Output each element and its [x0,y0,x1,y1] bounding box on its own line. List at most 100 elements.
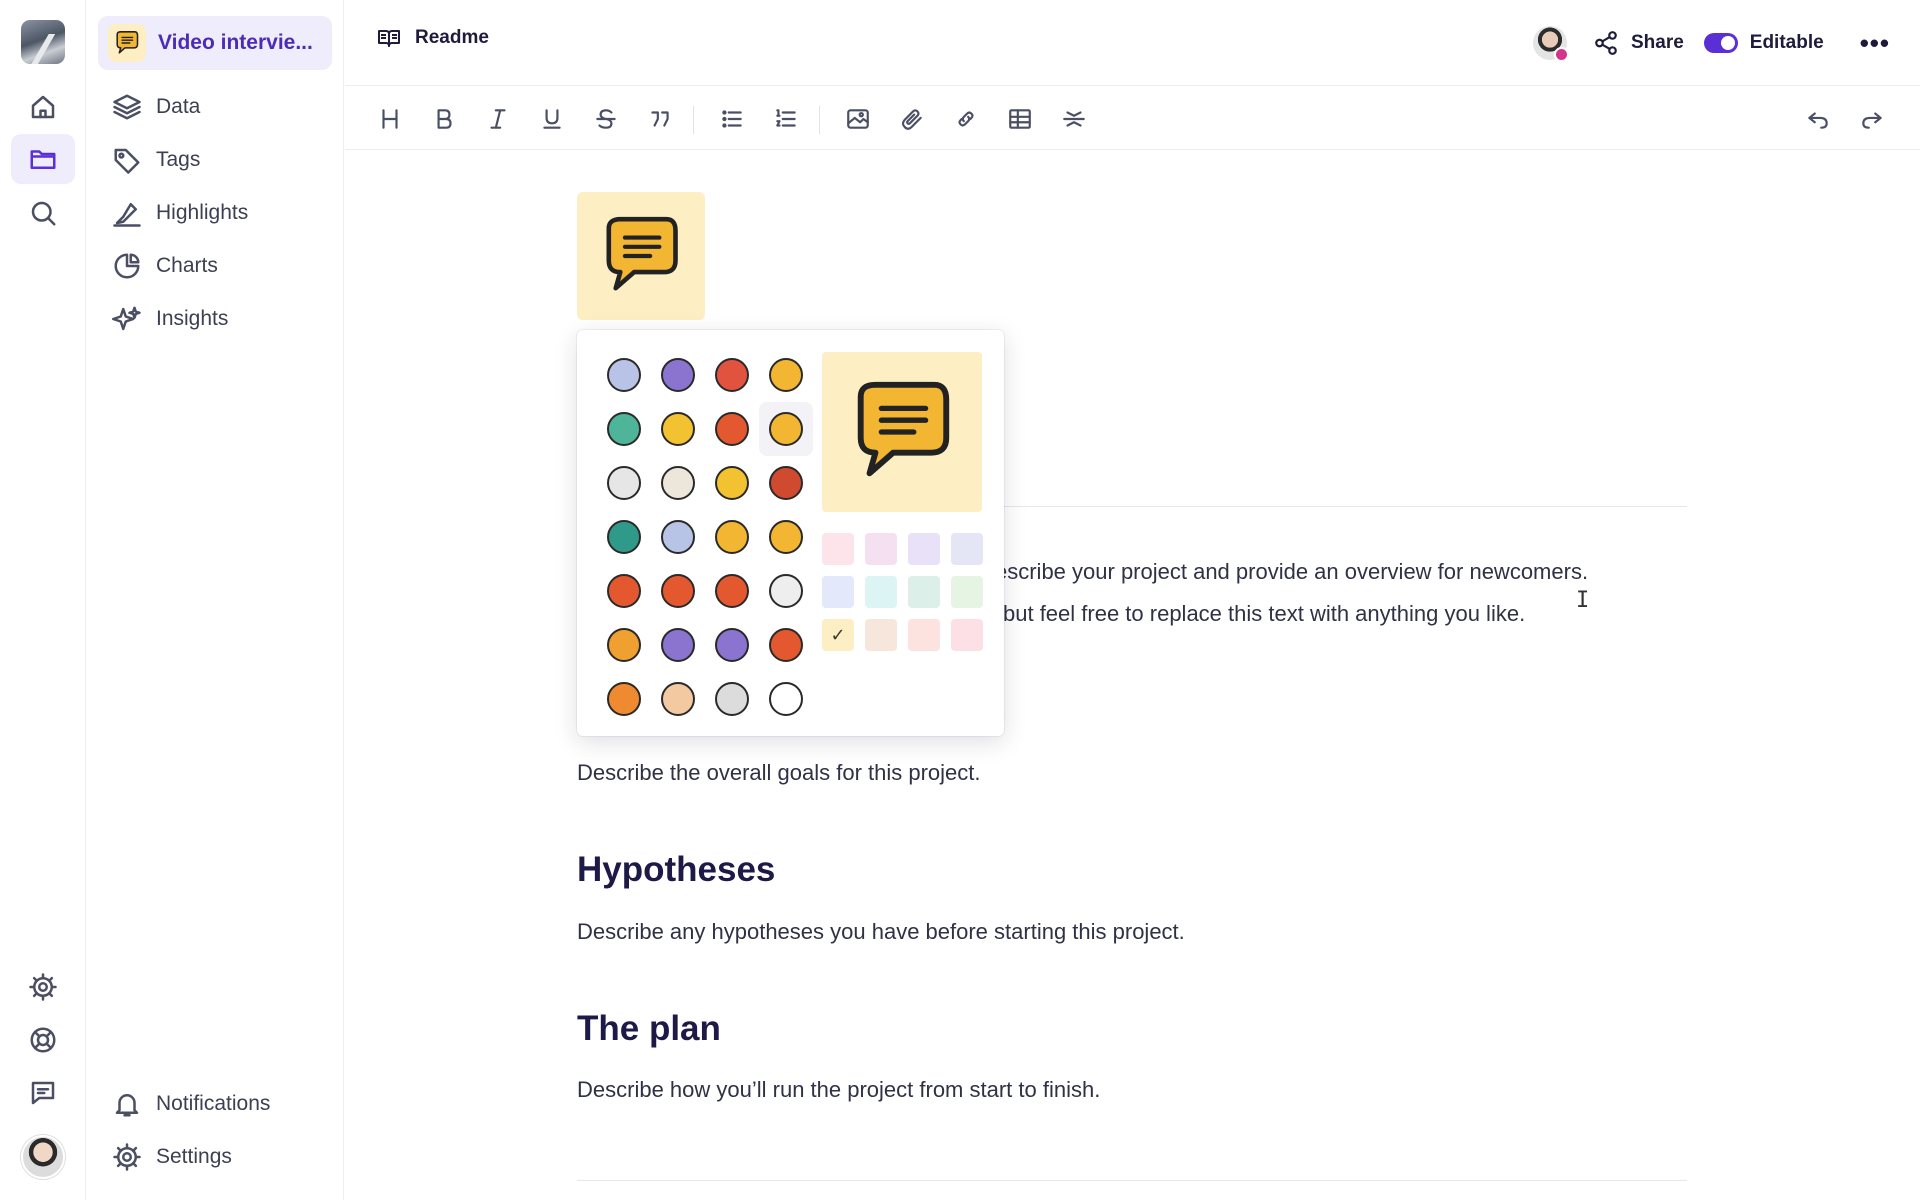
color-swatch[interactable] [908,533,940,565]
fox-icon[interactable] [597,672,651,726]
plan-heading[interactable]: The plan [577,1009,721,1049]
user-avatar[interactable] [21,1135,65,1179]
cat-illustration [661,682,695,716]
editable-toggle[interactable]: Editable [1703,32,1824,54]
color-swatch[interactable] [951,533,983,565]
color-swatch[interactable] [822,533,854,565]
airplane-icon[interactable] [759,564,813,618]
table-button[interactable] [1003,102,1037,136]
color-swatch[interactable] [865,576,897,608]
nav-notifications-label: Notifications [156,1092,271,1115]
briefcase-icon[interactable] [651,348,705,402]
nav-data[interactable]: Data [98,85,332,129]
color-swatch[interactable] [865,533,897,565]
key-icon[interactable] [705,510,759,564]
underline-button[interactable] [535,102,569,136]
cat-icon[interactable] [651,672,705,726]
link-button[interactable] [949,102,983,136]
nav-highlights[interactable]: Highlights [98,191,332,235]
nav-settings-label: Settings [156,1145,232,1168]
share-label: Share [1630,32,1684,53]
undo-button[interactable] [1801,102,1835,136]
cow-illustration [769,682,803,716]
nav-insights[interactable]: Insights [98,297,332,341]
share-button[interactable]: Share [1593,30,1684,56]
target-icon[interactable] [759,618,813,672]
strikethrough-button[interactable] [589,102,623,136]
globe-icon[interactable] [597,510,651,564]
nav-settings[interactable]: Settings [98,1135,332,1179]
image-button[interactable] [841,102,875,136]
bandage-icon[interactable] [597,402,651,456]
help-lifebuoy-icon[interactable] [11,1015,75,1065]
potion-bottle-icon[interactable] [597,348,651,402]
document-icon[interactable] [651,456,705,510]
checkmark-icon: ✓ [830,624,846,645]
feedback-chat-icon[interactable] [11,1068,75,1118]
nav-notifications[interactable]: Notifications [98,1082,332,1126]
open-book-icon [378,30,400,47]
megaphone-icon[interactable] [597,564,651,618]
divider-button[interactable] [1057,102,1091,136]
attachment-button[interactable] [895,102,929,136]
color-swatch[interactable] [865,619,897,651]
nav-charts[interactable]: Charts [98,244,332,288]
fox-illustration [607,682,641,716]
workspace-logo[interactable] [21,20,65,64]
heading-button[interactable] [373,102,407,136]
cow-icon[interactable] [759,672,813,726]
magnifier-illustration [661,628,695,662]
bullet-list-button[interactable] [715,102,749,136]
folder-icon[interactable] [11,134,75,184]
home-icon[interactable] [11,82,75,132]
potion-bottle-illustration [607,358,641,392]
hedgehog-icon[interactable] [705,672,759,726]
handshake-icon[interactable] [651,510,705,564]
project-header[interactable]: Video intervie... [98,16,332,70]
settings-icon[interactable] [11,962,75,1012]
lightbulb-illustration [769,520,803,554]
icon-grid [597,348,813,726]
phone-device-icon[interactable] [651,402,705,456]
nav-highlights-label: Highlights [156,201,249,224]
lightbulb-icon[interactable] [759,510,813,564]
quote-button[interactable] [643,102,677,136]
envelope-icon[interactable] [705,456,759,510]
puzzle-piece-illustration [715,574,749,608]
more-options-icon[interactable]: ••• [1860,28,1890,59]
growth-chart-icon[interactable] [705,402,759,456]
hypotheses-text[interactable]: Describe any hypotheses you have before … [577,917,1185,947]
color-swatch[interactable] [951,619,983,651]
shopping-cart-icon[interactable] [759,348,813,402]
lifebuoy-icon[interactable] [705,348,759,402]
magnifier-icon[interactable] [651,618,705,672]
toolbar-divider [693,106,694,134]
puzzle-piece-icon[interactable] [705,564,759,618]
search-icon[interactable] [11,188,75,238]
plan-text[interactable]: Describe how you’ll run the project from… [577,1075,1100,1105]
color-swatch[interactable] [908,619,940,651]
color-swatch[interactable] [822,576,854,608]
hypotheses-heading[interactable]: Hypotheses [577,850,775,890]
speech-bubble-icon[interactable] [759,402,813,456]
intro-text-line-1[interactable]: escribe your project and provide an over… [995,557,1588,587]
project-cover-icon[interactable] [577,192,705,320]
collaborator-avatar[interactable] [1532,26,1569,62]
intro-text-line-2[interactable]: but feel free to replace this text with … [1003,599,1525,629]
color-swatch[interactable] [908,576,940,608]
bold-button[interactable] [427,102,461,136]
abacus-icon[interactable] [705,618,759,672]
envelope-illustration [715,466,749,500]
numbered-list-button[interactable] [769,102,803,136]
telephone-icon[interactable] [651,564,705,618]
color-swatch[interactable] [951,576,983,608]
diamond-icon[interactable] [597,456,651,510]
rocket-icon[interactable] [597,618,651,672]
redo-button[interactable] [1855,102,1889,136]
goals-text[interactable]: Describe the overall goals for this proj… [577,758,981,788]
italic-button[interactable] [481,102,515,136]
fingerprint-icon[interactable] [759,456,813,510]
toggle-switch[interactable] [1703,33,1738,53]
color-swatch-selected[interactable]: ✓ [822,619,854,651]
nav-tags[interactable]: Tags [98,138,332,182]
